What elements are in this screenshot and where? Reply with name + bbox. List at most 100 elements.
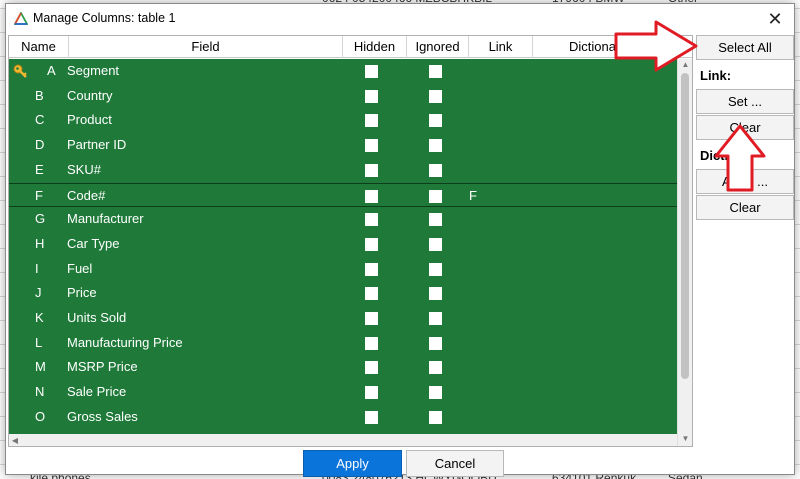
ignored-checkbox[interactable] bbox=[429, 189, 442, 203]
row-field: SKU# bbox=[67, 161, 101, 177]
row-field: Code# bbox=[67, 187, 106, 203]
ignored-checkbox[interactable] bbox=[429, 386, 442, 400]
row-name: D bbox=[35, 137, 45, 153]
ignored-checkbox[interactable] bbox=[429, 139, 442, 153]
row-name: H bbox=[35, 235, 45, 251]
link-clear-button[interactable]: Clear bbox=[696, 115, 794, 140]
row-name: G bbox=[35, 211, 46, 227]
row-field: Units Sold bbox=[67, 310, 127, 325]
ignored-checkbox[interactable] bbox=[429, 89, 442, 103]
hidden-checkbox[interactable] bbox=[365, 287, 378, 301]
row-name: E bbox=[35, 161, 44, 177]
triangle-logo-icon bbox=[14, 12, 28, 25]
header-ignored[interactable]: Ignored bbox=[407, 36, 469, 58]
ignored-checkbox[interactable] bbox=[429, 237, 442, 251]
header-name[interactable]: Name bbox=[9, 36, 69, 58]
hidden-checkbox[interactable] bbox=[365, 65, 378, 78]
table-row[interactable]: H Car Type bbox=[9, 232, 677, 257]
close-icon[interactable]: ✕ bbox=[764, 8, 786, 30]
table-row[interactable]: B Country bbox=[9, 84, 677, 109]
table-row[interactable]: K Units Sold bbox=[9, 306, 677, 331]
ignored-checkbox[interactable] bbox=[429, 114, 442, 128]
ignored-checkbox[interactable] bbox=[429, 262, 442, 276]
ignored-checkbox[interactable] bbox=[429, 336, 442, 350]
table-row[interactable]: D Partner ID bbox=[9, 133, 677, 158]
row-name: I bbox=[35, 260, 39, 276]
row-field: Gross Sales bbox=[67, 408, 138, 424]
row-field: Fuel bbox=[67, 260, 93, 276]
scroll-thumb[interactable] bbox=[681, 73, 689, 379]
table-row[interactable]: N Sale Price bbox=[9, 380, 677, 405]
vertical-scrollbar[interactable]: ▲ ▼ bbox=[677, 59, 692, 446]
row-field: MSRP Price bbox=[67, 359, 138, 375]
ignored-checkbox[interactable] bbox=[429, 287, 442, 301]
grid-header: Name Field Hidden Ignored Link Dictiona bbox=[9, 36, 692, 58]
link-set-button[interactable]: Set ... bbox=[696, 89, 794, 114]
header-dictionary[interactable]: Dictiona bbox=[533, 36, 692, 58]
row-field: Sale Price bbox=[67, 384, 127, 400]
hidden-checkbox[interactable] bbox=[365, 114, 378, 128]
hidden-checkbox[interactable] bbox=[365, 163, 378, 177]
header-field[interactable]: Field bbox=[69, 36, 343, 58]
horizontal-scrollbar[interactable]: ◀ bbox=[9, 434, 677, 446]
row-name: M bbox=[35, 359, 46, 375]
dialog-title: Manage Columns: table 1 bbox=[33, 11, 176, 25]
cancel-button[interactable]: Cancel bbox=[406, 450, 504, 477]
hidden-checkbox[interactable] bbox=[365, 237, 378, 251]
hidden-checkbox[interactable] bbox=[365, 213, 378, 227]
row-name: K bbox=[35, 310, 44, 325]
table-row[interactable]: L Manufacturing Price bbox=[9, 331, 677, 356]
row-name: O bbox=[35, 408, 46, 424]
dictionary-assign-button[interactable]: As... bbox=[696, 169, 794, 194]
table-row[interactable]: O Gross Sales bbox=[9, 405, 677, 430]
scroll-down-icon[interactable]: ▼ bbox=[678, 433, 692, 445]
table-row[interactable]: E SKU# bbox=[9, 158, 677, 183]
select-all-button[interactable]: Select All bbox=[696, 35, 794, 60]
dictionary-assign-label: As bbox=[721, 174, 738, 189]
row-name: B bbox=[35, 87, 44, 103]
table-row[interactable]: A Segment bbox=[9, 59, 677, 84]
dictionary-clear-button[interactable]: Clear bbox=[696, 195, 794, 220]
hidden-checkbox[interactable] bbox=[365, 410, 378, 424]
ignored-checkbox[interactable] bbox=[429, 163, 442, 177]
ignored-checkbox[interactable] bbox=[429, 213, 442, 227]
dictionary-assign-ellipsis: ... bbox=[757, 174, 768, 189]
ignored-checkbox[interactable] bbox=[429, 361, 442, 375]
row-name: A bbox=[47, 63, 56, 78]
apply-button[interactable]: Apply bbox=[303, 450, 402, 477]
hidden-checkbox[interactable] bbox=[365, 89, 378, 103]
row-name: F bbox=[35, 187, 43, 203]
table-row[interactable]: G Manufacturer bbox=[9, 207, 677, 232]
hidden-checkbox[interactable] bbox=[365, 361, 378, 375]
row-field: Segment bbox=[67, 63, 120, 78]
table-row[interactable]: I Fuel bbox=[9, 257, 677, 282]
row-link: F bbox=[469, 187, 477, 203]
dictionary-label: Dicti bbox=[700, 148, 729, 163]
row-name: J bbox=[35, 285, 42, 301]
hidden-checkbox[interactable] bbox=[365, 139, 378, 153]
hidden-checkbox[interactable] bbox=[365, 189, 378, 203]
ignored-checkbox[interactable] bbox=[429, 312, 442, 325]
row-name: N bbox=[35, 384, 45, 400]
table-row[interactable]: C Product bbox=[9, 108, 677, 133]
row-field: Price bbox=[67, 285, 97, 301]
hidden-checkbox[interactable] bbox=[365, 386, 378, 400]
header-link[interactable]: Link bbox=[469, 36, 533, 58]
header-hidden[interactable]: Hidden bbox=[343, 36, 407, 58]
columns-grid: Name Field Hidden Ignored Link Dictiona … bbox=[8, 35, 693, 447]
row-field: Manufacturer bbox=[67, 211, 144, 227]
link-label: Link: bbox=[700, 68, 732, 83]
table-row[interactable]: J Price bbox=[9, 281, 677, 306]
scroll-left-icon[interactable]: ◀ bbox=[9, 434, 21, 446]
scroll-up-icon[interactable]: ▲ bbox=[678, 59, 692, 71]
manage-columns-dialog: Manage Columns: table 1 ✕ Name Field Hid… bbox=[5, 3, 795, 477]
ignored-checkbox[interactable] bbox=[429, 65, 442, 78]
grid-rows: A Segment B Country C Product D Partner ID E SKU#… bbox=[9, 59, 677, 434]
table-row[interactable]: F Code# F bbox=[9, 182, 677, 208]
hidden-checkbox[interactable] bbox=[365, 336, 378, 350]
hidden-checkbox[interactable] bbox=[365, 262, 378, 276]
ignored-checkbox[interactable] bbox=[429, 410, 442, 424]
hidden-checkbox[interactable] bbox=[365, 312, 378, 325]
row-field: Partner ID bbox=[67, 137, 127, 153]
table-row[interactable]: M MSRP Price bbox=[9, 355, 677, 380]
